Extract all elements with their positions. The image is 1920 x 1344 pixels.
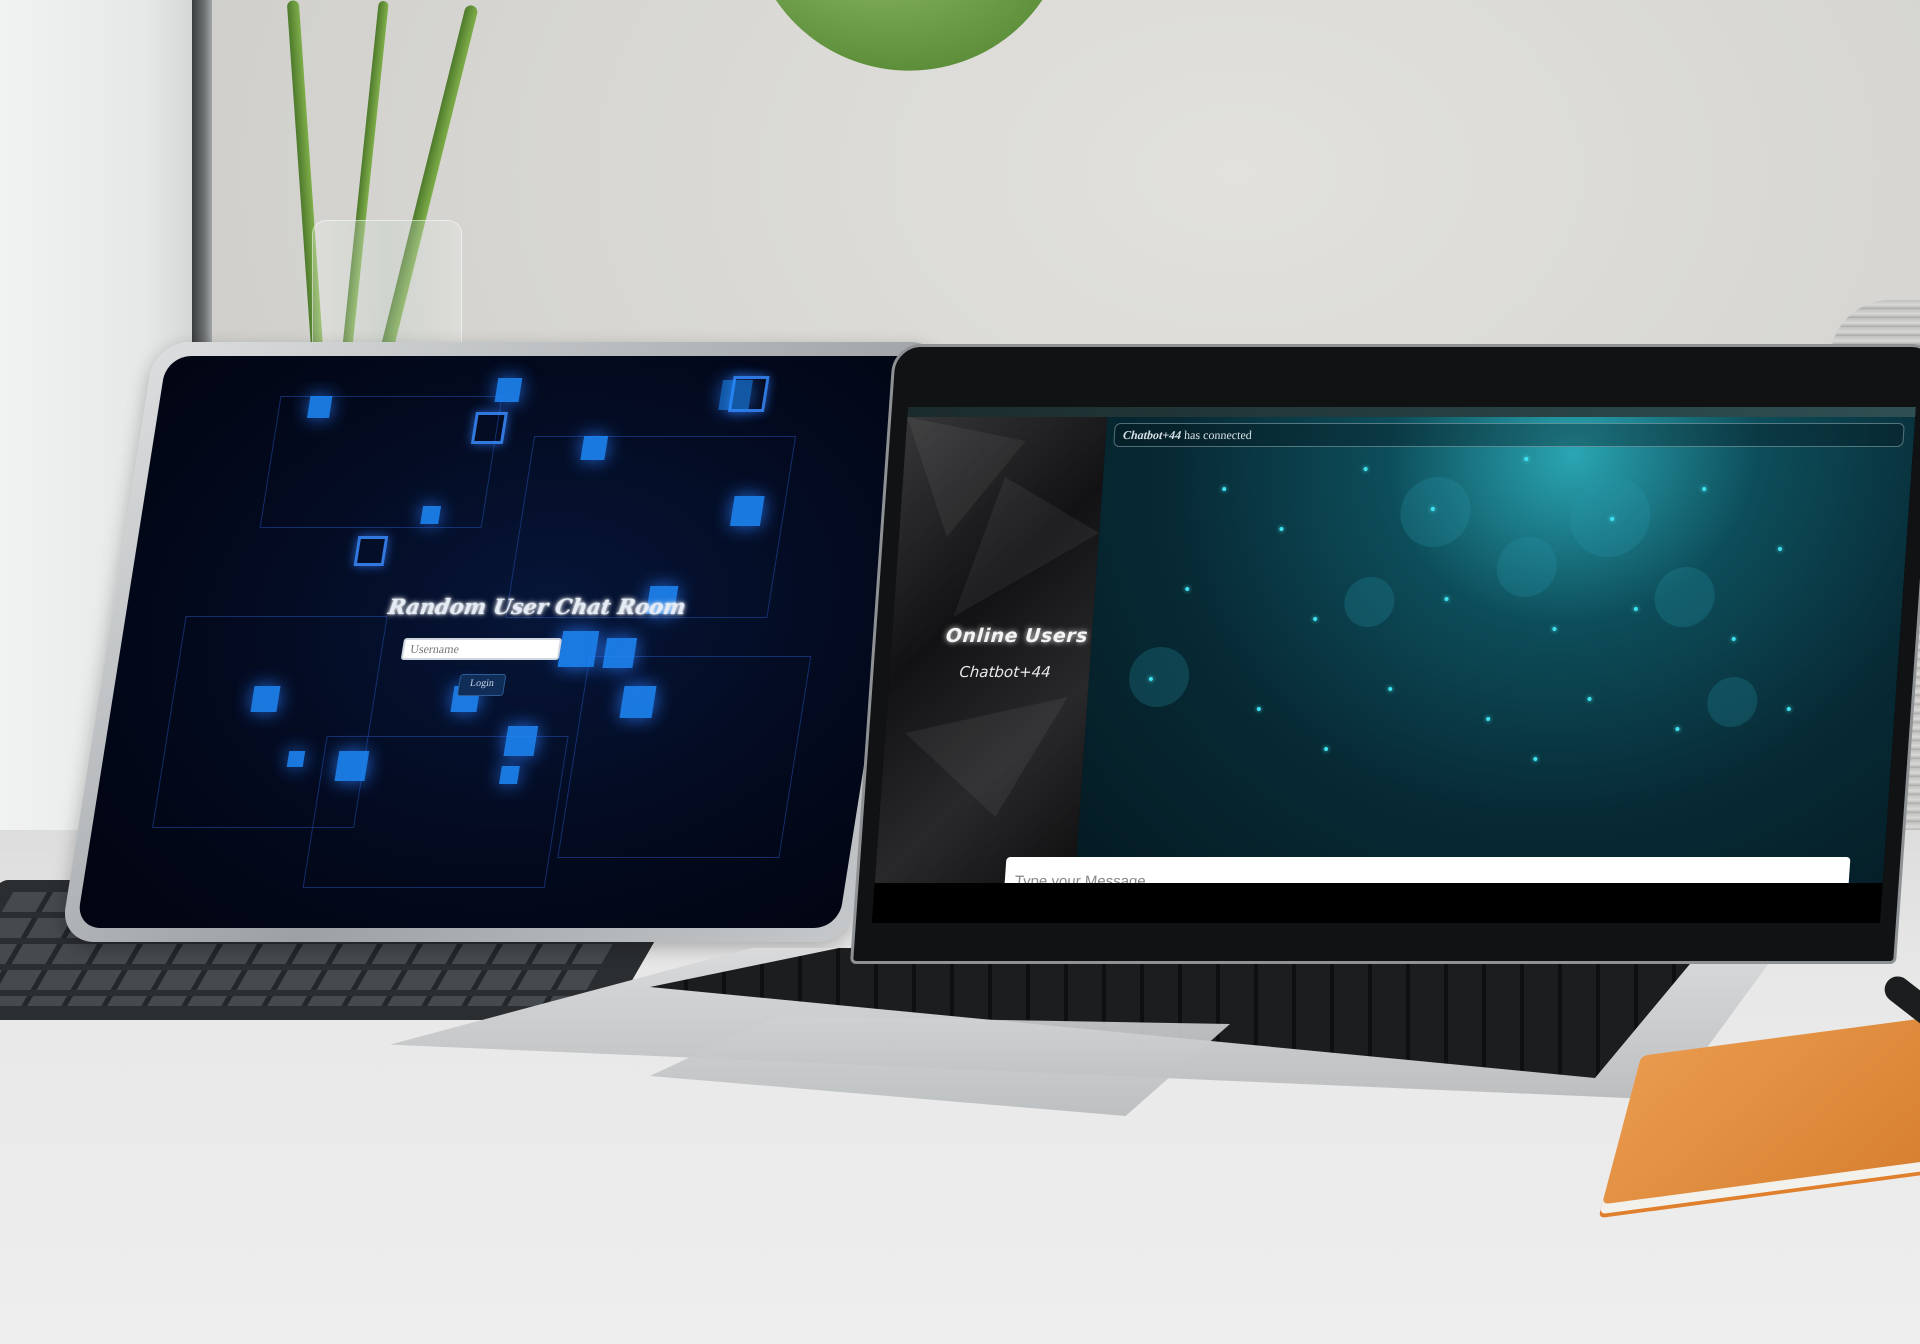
online-user-item[interactable]: Chatbot+44 bbox=[959, 663, 1052, 681]
connection-notification: Chatbot+44 has connected bbox=[1113, 423, 1905, 447]
particle bbox=[1533, 757, 1538, 761]
glow-tile bbox=[353, 536, 389, 566]
username-field[interactable]: Username bbox=[400, 638, 563, 660]
particle bbox=[1323, 747, 1329, 751]
glow-tile bbox=[494, 378, 523, 402]
bokeh bbox=[1126, 647, 1192, 707]
glow-tile bbox=[718, 380, 754, 410]
glow-tile bbox=[334, 751, 370, 781]
online-users-sidebar: Online Users Chatbot+44 bbox=[874, 417, 1108, 883]
glow-tile bbox=[286, 751, 306, 767]
bokeh bbox=[1705, 677, 1760, 727]
notification-text: has connected bbox=[1183, 428, 1253, 442]
circuit-line bbox=[259, 396, 503, 528]
scene: Random User Chat Room Username Login Onl… bbox=[0, 0, 1920, 1344]
tablet: Random User Chat Room Username Login bbox=[60, 342, 946, 942]
particle bbox=[1675, 727, 1680, 731]
bokeh bbox=[1652, 567, 1717, 627]
particle bbox=[1524, 457, 1529, 461]
particle bbox=[1731, 637, 1736, 641]
particle bbox=[1185, 587, 1190, 591]
glow-tile bbox=[580, 436, 609, 460]
particle bbox=[1312, 617, 1318, 621]
online-users-title: Online Users bbox=[945, 625, 1089, 647]
app-title: Random User Chat Room bbox=[386, 594, 688, 619]
particle bbox=[1222, 487, 1227, 491]
particle bbox=[1786, 707, 1791, 711]
laptop-screen: Online Users Chatbot+44 Chatbot+44 has c… bbox=[871, 407, 1916, 923]
glow-tile bbox=[619, 686, 657, 718]
bokeh bbox=[1398, 477, 1474, 547]
particle bbox=[1256, 707, 1261, 711]
login-button[interactable]: Login bbox=[456, 674, 507, 696]
glow-tile bbox=[499, 766, 520, 784]
particle bbox=[1363, 467, 1368, 471]
glow-tile bbox=[470, 412, 508, 444]
particle bbox=[1587, 697, 1592, 701]
glow-tile bbox=[557, 631, 600, 667]
chat-area: Chatbot+44 has connected bbox=[1074, 417, 1916, 883]
circuit-line bbox=[557, 656, 812, 858]
glow-tile bbox=[250, 686, 281, 712]
particle bbox=[1485, 717, 1491, 721]
bokeh bbox=[1494, 537, 1559, 597]
app-topbar bbox=[907, 407, 1916, 417]
laptop-lid: Online Users Chatbot+44 Chatbot+44 has c… bbox=[850, 344, 1920, 964]
laptop-bottom-bar bbox=[871, 883, 1883, 923]
tablet-screen: Random User Chat Room Username Login bbox=[76, 356, 929, 928]
particle bbox=[1388, 687, 1393, 691]
polygon-facet bbox=[899, 697, 1067, 817]
particle bbox=[1279, 527, 1284, 531]
particle bbox=[1552, 627, 1557, 631]
notification-user: Chatbot+44 bbox=[1122, 428, 1182, 442]
glow-tile bbox=[420, 506, 442, 524]
glow-tile bbox=[503, 726, 539, 756]
bokeh bbox=[1342, 577, 1397, 627]
glow-tile bbox=[602, 638, 638, 668]
particle bbox=[1777, 547, 1783, 551]
particle bbox=[1444, 597, 1449, 601]
glow-tile bbox=[729, 496, 765, 526]
particle bbox=[1702, 487, 1707, 491]
glow-tile bbox=[306, 396, 333, 418]
particle bbox=[1633, 607, 1638, 611]
